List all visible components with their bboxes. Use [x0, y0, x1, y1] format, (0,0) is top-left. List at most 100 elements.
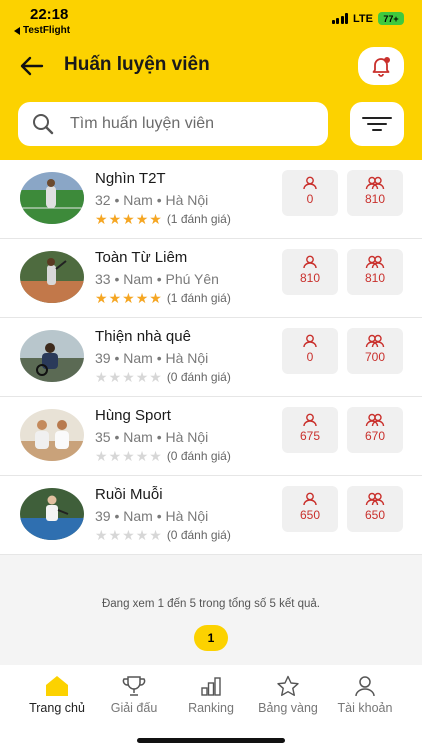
- tab-home[interactable]: Trang chủ: [15, 675, 99, 715]
- home-indicator: [137, 738, 285, 743]
- coach-row[interactable]: Thiện nhà quê 39 • Nam • Hà Nội ★ ★ ★ ★ ★ (0…: [0, 318, 422, 397]
- star-icon: ★: [149, 448, 162, 464]
- search-icon: [33, 114, 54, 135]
- home-icon: [46, 676, 68, 696]
- users-icon: [365, 176, 385, 190]
- header: 22:18 TestFlight LTE 77+ Huấn luyện viên: [0, 0, 422, 160]
- tab-label: Bảng vàng: [258, 701, 318, 715]
- battery-icon: 77+: [378, 12, 404, 25]
- search-input[interactable]: [70, 115, 310, 133]
- double-stat-button[interactable]: 650: [347, 486, 403, 532]
- coach-info: 39 • Nam • Hà Nội: [95, 350, 209, 366]
- star-icon: ★: [95, 290, 108, 306]
- single-stat-button[interactable]: 810: [282, 249, 338, 295]
- coach-row[interactable]: Hùng Sport 35 • Nam • Hà Nội ★ ★ ★ ★ ★ (0 đá…: [0, 397, 422, 476]
- coach-name: Nghìn T2T: [95, 170, 166, 187]
- coach-name: Ruồi Muỗi: [95, 486, 163, 503]
- star-icon: ★: [135, 369, 149, 385]
- users-icon: [365, 334, 385, 348]
- back-triangle-icon: [14, 26, 20, 35]
- coach-rating: ★ ★ ★ ★ ★ (0 đánh giá): [95, 528, 231, 542]
- double-stat-button[interactable]: 810: [347, 249, 403, 295]
- coach-avatar: [20, 409, 84, 461]
- coach-rating: ★ ★ ★ ★ ★ (1 đánh giá): [95, 291, 231, 305]
- star-icon: ★: [149, 369, 162, 385]
- back-to-app-link[interactable]: TestFlight: [14, 25, 70, 36]
- coach-avatar: [20, 330, 84, 382]
- single-stat-button[interactable]: 0: [282, 170, 338, 216]
- notification-button[interactable]: [358, 47, 404, 85]
- coach-list: Nghìn T2T 32 • Nam • Hà Nội ★ ★ ★ ★ ★ (1 đán…: [0, 160, 422, 555]
- filter-button[interactable]: [350, 102, 404, 146]
- tab-account[interactable]: Tài khoản: [323, 675, 407, 715]
- star-icon: ★: [149, 527, 162, 543]
- tab-label: Trang chủ: [29, 701, 85, 715]
- coach-info: 35 • Nam • Hà Nội: [95, 429, 209, 445]
- single-stat-value: 650: [299, 508, 321, 522]
- user-icon: [303, 492, 317, 506]
- review-count: (0 đánh giá): [166, 528, 231, 542]
- star-icon: ★: [149, 211, 162, 227]
- double-stat-button[interactable]: 810: [347, 170, 403, 216]
- single-stat-value: 0: [306, 350, 314, 364]
- page-title: Huấn luyện viên: [64, 54, 210, 75]
- tab-hall-of-fame[interactable]: Bảng vàng: [246, 675, 330, 715]
- star-icon: ★: [135, 290, 149, 306]
- star-icon: ★: [95, 211, 108, 227]
- coach-avatar: [20, 251, 84, 303]
- star-icon: ★: [122, 211, 135, 227]
- review-count: (1 đánh giá): [166, 291, 231, 305]
- nav-bar: Huấn luyện viên: [0, 44, 422, 88]
- single-stat-value: 675: [299, 429, 321, 443]
- single-stat-button[interactable]: 675: [282, 407, 338, 453]
- star-icon: ★: [108, 290, 122, 306]
- star-icon: ★: [108, 211, 122, 227]
- star-icon: [277, 675, 299, 696]
- coach-name: Hùng Sport: [95, 407, 171, 424]
- double-stat-button[interactable]: 700: [347, 328, 403, 374]
- double-stat-button[interactable]: 670: [347, 407, 403, 453]
- bar-chart-icon: [201, 677, 221, 696]
- coach-rating: ★ ★ ★ ★ ★ (0 đánh giá): [95, 370, 231, 384]
- coach-name: Toàn Từ Liêm: [95, 249, 188, 266]
- coach-rating: ★ ★ ★ ★ ★ (0 đánh giá): [95, 449, 231, 463]
- network-label: LTE: [353, 12, 373, 25]
- coach-name: Thiện nhà quê: [95, 328, 191, 345]
- review-count: (0 đánh giá): [166, 370, 231, 384]
- star-icon: ★: [135, 211, 149, 227]
- star-icon: ★: [108, 527, 122, 543]
- user-icon: [355, 676, 375, 697]
- filter-icon: [362, 117, 392, 131]
- search-box[interactable]: [18, 102, 328, 146]
- coach-avatar: [20, 488, 84, 540]
- star-icon: ★: [135, 527, 149, 543]
- star-icon: ★: [135, 448, 149, 464]
- coach-row[interactable]: Ruồi Muỗi 39 • Nam • Hà Nội ★ ★ ★ ★ ★ (0 đán…: [0, 476, 422, 555]
- page-button-1[interactable]: 1: [194, 625, 228, 651]
- bell-icon: [372, 57, 390, 77]
- star-icon: ★: [108, 448, 122, 464]
- star-icon: ★: [95, 527, 108, 543]
- coach-row[interactable]: Toàn Từ Liêm 33 • Nam • Phú Yên ★ ★ ★ ★ ★ (1…: [0, 239, 422, 318]
- tab-tournament[interactable]: Giải đấu: [92, 675, 176, 715]
- users-icon: [365, 413, 385, 427]
- coach-row[interactable]: Nghìn T2T 32 • Nam • Hà Nội ★ ★ ★ ★ ★ (1 đán…: [0, 160, 422, 239]
- coach-rating: ★ ★ ★ ★ ★ (1 đánh giá): [95, 212, 231, 226]
- user-icon: [303, 176, 317, 190]
- tab-label: Ranking: [188, 701, 234, 715]
- signal-icon: [331, 13, 349, 24]
- status-indicators: LTE 77+: [331, 12, 404, 25]
- single-stat-button[interactable]: 0: [282, 328, 338, 374]
- single-stat-button[interactable]: 650: [282, 486, 338, 532]
- arrow-left-icon: [20, 56, 44, 76]
- user-icon: [303, 334, 317, 348]
- star-icon: ★: [95, 448, 108, 464]
- back-button[interactable]: [18, 54, 46, 78]
- star-icon: ★: [95, 369, 108, 385]
- double-stat-value: 810: [364, 271, 386, 285]
- users-icon: [365, 255, 385, 269]
- coach-info: 39 • Nam • Hà Nội: [95, 508, 209, 524]
- tab-ranking[interactable]: Ranking: [169, 675, 253, 715]
- coach-avatar: [20, 172, 84, 224]
- users-icon: [365, 492, 385, 506]
